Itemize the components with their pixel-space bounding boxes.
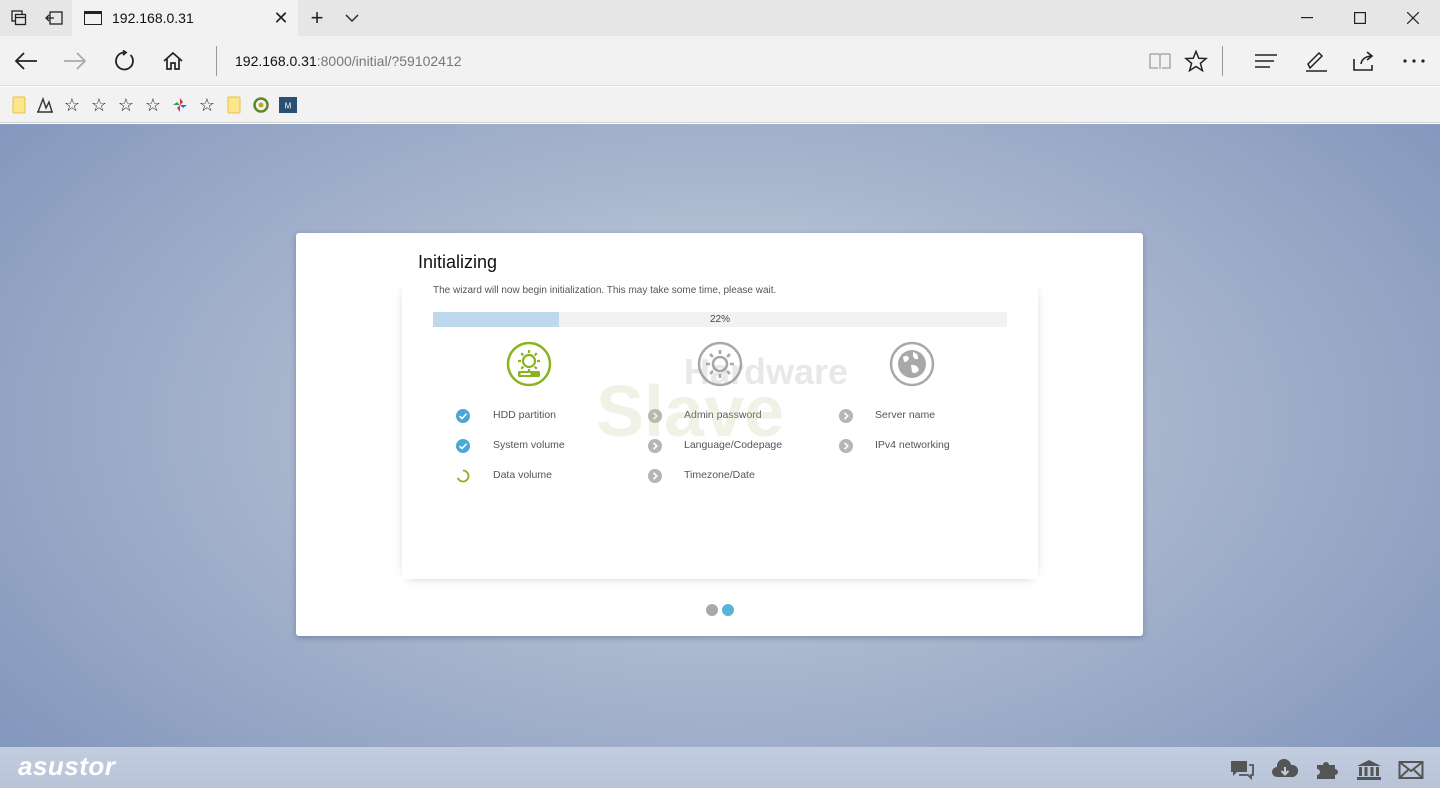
page-icon: [84, 11, 102, 25]
step-data-volume: Data volume: [493, 469, 552, 481]
home-icon[interactable]: [149, 36, 197, 86]
step-admin-password: Admin password: [684, 409, 762, 421]
step-ipv4-networking: IPv4 networking: [875, 439, 950, 451]
progress-percent: 22%: [709, 314, 730, 325]
mail-icon[interactable]: [1398, 759, 1424, 781]
address-bar[interactable]: 192.168.0.31:8000/initial/?59102412: [235, 36, 462, 86]
step-system-volume: System volume: [493, 439, 565, 451]
chevron-right-circle-icon: [648, 469, 662, 483]
signature-icon[interactable]: [36, 96, 54, 114]
browser-tab-active[interactable]: 192.168.0.31 ✕: [72, 0, 298, 36]
refresh-icon[interactable]: [100, 36, 148, 86]
gear-drive-icon: [506, 341, 552, 387]
share-icon[interactable]: [1340, 36, 1388, 86]
step-server-name: Server name: [875, 409, 936, 421]
check-circle-icon: [456, 409, 470, 423]
pinwheel-icon[interactable]: [171, 96, 189, 114]
tab-title: 192.168.0.31: [112, 10, 194, 26]
chevron-right-circle-icon: [648, 409, 662, 423]
svg-text:M: M: [285, 102, 292, 111]
chevron-right-circle-icon: [648, 439, 662, 453]
gear-icon: [697, 341, 743, 387]
set-tabs-aside-icon[interactable]: [37, 0, 71, 36]
pager-dot[interactable]: [706, 604, 718, 616]
more-menu-icon[interactable]: [1390, 36, 1438, 86]
asustor-logo: asustor: [18, 751, 116, 781]
wizard-title: Initializing: [418, 252, 498, 272]
wizard-description: The wizard will now begin initialization…: [433, 285, 777, 296]
star-icon[interactable]: ☆: [90, 96, 108, 114]
star-icon[interactable]: ☆: [63, 96, 81, 114]
favorites-bar: ☆ ☆ ☆ ☆ ☆ M: [0, 87, 1440, 123]
cloud-download-icon[interactable]: [1271, 758, 1299, 781]
folder-icon[interactable]: [225, 96, 243, 114]
chat-icon[interactable]: [1229, 759, 1255, 781]
maximize-icon[interactable]: [1331, 0, 1389, 36]
favorite-star-icon[interactable]: [1172, 36, 1220, 86]
back-arrow-icon[interactable]: [2, 36, 50, 86]
site-logo-icon[interactable]: M: [279, 96, 297, 114]
pager-dots: [706, 604, 734, 616]
star-icon[interactable]: ☆: [198, 96, 216, 114]
tab-manager-icon[interactable]: [2, 0, 36, 36]
forward-arrow-icon[interactable]: [51, 36, 99, 86]
check-circle-icon: [456, 439, 470, 453]
step-timezone-date: Timezone/Date: [684, 469, 755, 481]
globe-icon: [889, 341, 935, 387]
close-window-icon[interactable]: [1384, 0, 1440, 36]
puzzle-icon[interactable]: [1314, 759, 1340, 781]
address-path: :8000/initial/?59102412: [316, 53, 462, 69]
footer-bar: asustor: [0, 747, 1440, 788]
star-icon[interactable]: ☆: [144, 96, 162, 114]
divider: [216, 46, 217, 76]
browser-navbar: 192.168.0.31:8000/initial/?59102412: [0, 36, 1440, 86]
folder-icon[interactable]: [10, 96, 28, 114]
chevron-down-icon[interactable]: [336, 0, 368, 36]
web-note-pen-icon[interactable]: [1292, 36, 1340, 86]
minimize-icon[interactable]: [1278, 0, 1336, 36]
address-host: 192.168.0.31: [235, 53, 317, 69]
chevron-right-circle-icon: [839, 409, 853, 423]
step-hdd-partition: HDD partition: [493, 409, 557, 421]
divider: [1222, 46, 1223, 76]
step-language-codepage: Language/Codepage: [684, 439, 783, 451]
progress-bar: 22%: [433, 312, 1007, 327]
star-icon[interactable]: ☆: [117, 96, 135, 114]
page-background: Initializing The wizard will now begin i…: [0, 124, 1440, 788]
hub-menu-icon[interactable]: [1242, 36, 1290, 86]
new-tab-button[interactable]: +: [300, 0, 334, 36]
loading-spinner-icon: [456, 469, 470, 483]
browser-titlebar: 192.168.0.31 ✕ +: [0, 0, 1440, 36]
pager-dot-active[interactable]: [722, 604, 734, 616]
ring-logo-icon[interactable]: [252, 96, 270, 114]
wizard-card: Initializing The wizard will now begin i…: [296, 233, 1143, 636]
bank-icon[interactable]: [1356, 759, 1382, 781]
close-tab-icon[interactable]: ✕: [264, 0, 298, 36]
chevron-right-circle-icon: [839, 439, 853, 453]
